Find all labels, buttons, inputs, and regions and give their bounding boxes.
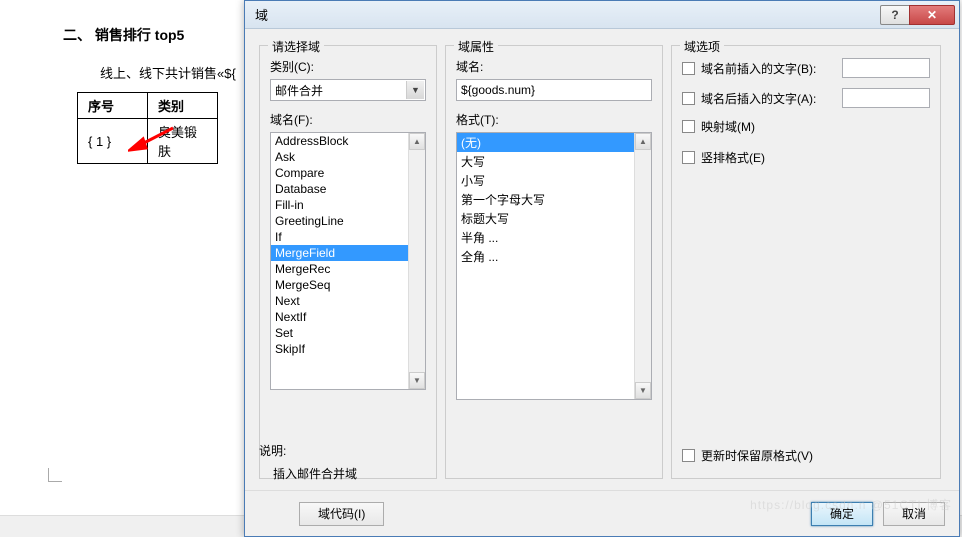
- group-label: 域属性: [454, 38, 498, 55]
- list-item[interactable]: Set: [271, 325, 425, 341]
- list-item[interactable]: MergeRec: [271, 261, 425, 277]
- list-item[interactable]: GreetingLine: [271, 213, 425, 229]
- mapped-checkbox[interactable]: [682, 120, 695, 133]
- mapped-label: 映射域(M): [701, 118, 930, 135]
- after-text-label: 域名后插入的文字(A):: [701, 90, 836, 107]
- category-combo[interactable]: 邮件合并 ▼: [270, 79, 426, 101]
- format-label: 格式(T):: [456, 111, 652, 128]
- before-text-input[interactable]: [842, 58, 930, 78]
- vertical-label: 竖排格式(E): [701, 149, 930, 166]
- fieldname-label: 域名:: [456, 58, 652, 75]
- help-icon: ?: [891, 8, 898, 22]
- description-text: 插入邮件合并域: [273, 465, 357, 482]
- fieldnames-label: 域名(F):: [270, 111, 426, 128]
- scroll-up-icon[interactable]: ▲: [409, 133, 425, 150]
- list-item[interactable]: If: [271, 229, 425, 245]
- preserve-label: 更新时保留原格式(V): [701, 447, 813, 464]
- group-label: 请选择域: [268, 38, 324, 55]
- combo-value: 邮件合并: [275, 82, 323, 99]
- dialog-titlebar[interactable]: 域 ? ✕: [245, 1, 959, 29]
- field-codes-button[interactable]: 域代码(I): [299, 502, 384, 526]
- input-value: ${goods.num}: [461, 83, 535, 97]
- group-label: 域选项: [680, 38, 724, 55]
- list-item[interactable]: Compare: [271, 165, 425, 181]
- list-item[interactable]: 全角 ...: [457, 247, 651, 266]
- close-icon: ✕: [927, 8, 937, 22]
- field-properties-group: 域属性 域名: ${goods.num} 格式(T): (无)大写小写第一个字母…: [445, 45, 663, 479]
- list-item[interactable]: Database: [271, 181, 425, 197]
- before-text-label: 域名前插入的文字(B):: [701, 60, 836, 77]
- list-item[interactable]: 第一个字母大写: [457, 190, 651, 209]
- scrollbar[interactable]: ▲ ▼: [408, 133, 425, 389]
- table-header: 类别: [148, 93, 218, 119]
- list-item[interactable]: Ask: [271, 149, 425, 165]
- list-item[interactable]: (无): [457, 133, 651, 152]
- help-button[interactable]: ?: [880, 5, 910, 25]
- field-options-group: 域选项 域名前插入的文字(B): 域名后插入的文字(A): 映射域(M): [671, 45, 941, 479]
- list-item[interactable]: 标题大写: [457, 209, 651, 228]
- format-listbox[interactable]: (无)大写小写第一个字母大写标题大写半角 ...全角 ... ▲ ▼: [456, 132, 652, 400]
- description-label: 说明:: [259, 442, 357, 459]
- list-item[interactable]: 半角 ...: [457, 228, 651, 247]
- list-item[interactable]: MergeField: [271, 245, 425, 261]
- description-area: 说明: 插入邮件合并域: [259, 442, 357, 482]
- list-item[interactable]: SkipIf: [271, 341, 425, 357]
- list-item[interactable]: 大写: [457, 152, 651, 171]
- close-button[interactable]: ✕: [909, 5, 955, 25]
- list-item[interactable]: NextIf: [271, 309, 425, 325]
- vertical-checkbox[interactable]: [682, 151, 695, 164]
- scroll-down-icon[interactable]: ▼: [409, 372, 425, 389]
- after-text-checkbox[interactable]: [682, 92, 695, 105]
- preserve-checkbox[interactable]: [682, 449, 695, 462]
- list-item[interactable]: MergeSeq: [271, 277, 425, 293]
- scrollbar[interactable]: ▲ ▼: [634, 133, 651, 399]
- category-label: 类别(C):: [270, 58, 426, 75]
- table-header: 序号: [78, 93, 148, 119]
- dialog-title: 域: [255, 5, 880, 24]
- scroll-down-icon[interactable]: ▼: [635, 382, 651, 399]
- field-dialog: 域 ? ✕ 请选择域 类别(C): 邮件合并 ▼ 域名(F): AddressB…: [244, 0, 960, 537]
- select-field-group: 请选择域 类别(C): 邮件合并 ▼ 域名(F): AddressBlockAs…: [259, 45, 437, 479]
- fieldname-input[interactable]: ${goods.num}: [456, 79, 652, 101]
- list-item[interactable]: 小写: [457, 171, 651, 190]
- watermark: https://blog.csdn.n @51CTI 博客: [750, 496, 952, 513]
- after-text-input[interactable]: [842, 88, 930, 108]
- annotation-arrow-icon: [128, 124, 178, 154]
- chevron-down-icon: ▼: [406, 81, 424, 99]
- field-names-listbox[interactable]: AddressBlockAskCompareDatabaseFill-inGre…: [270, 132, 426, 390]
- before-text-checkbox[interactable]: [682, 62, 695, 75]
- list-item[interactable]: AddressBlock: [271, 133, 425, 149]
- list-item[interactable]: Fill-in: [271, 197, 425, 213]
- list-item[interactable]: Next: [271, 293, 425, 309]
- page-corner-mark: [48, 468, 62, 482]
- scroll-up-icon[interactable]: ▲: [635, 133, 651, 150]
